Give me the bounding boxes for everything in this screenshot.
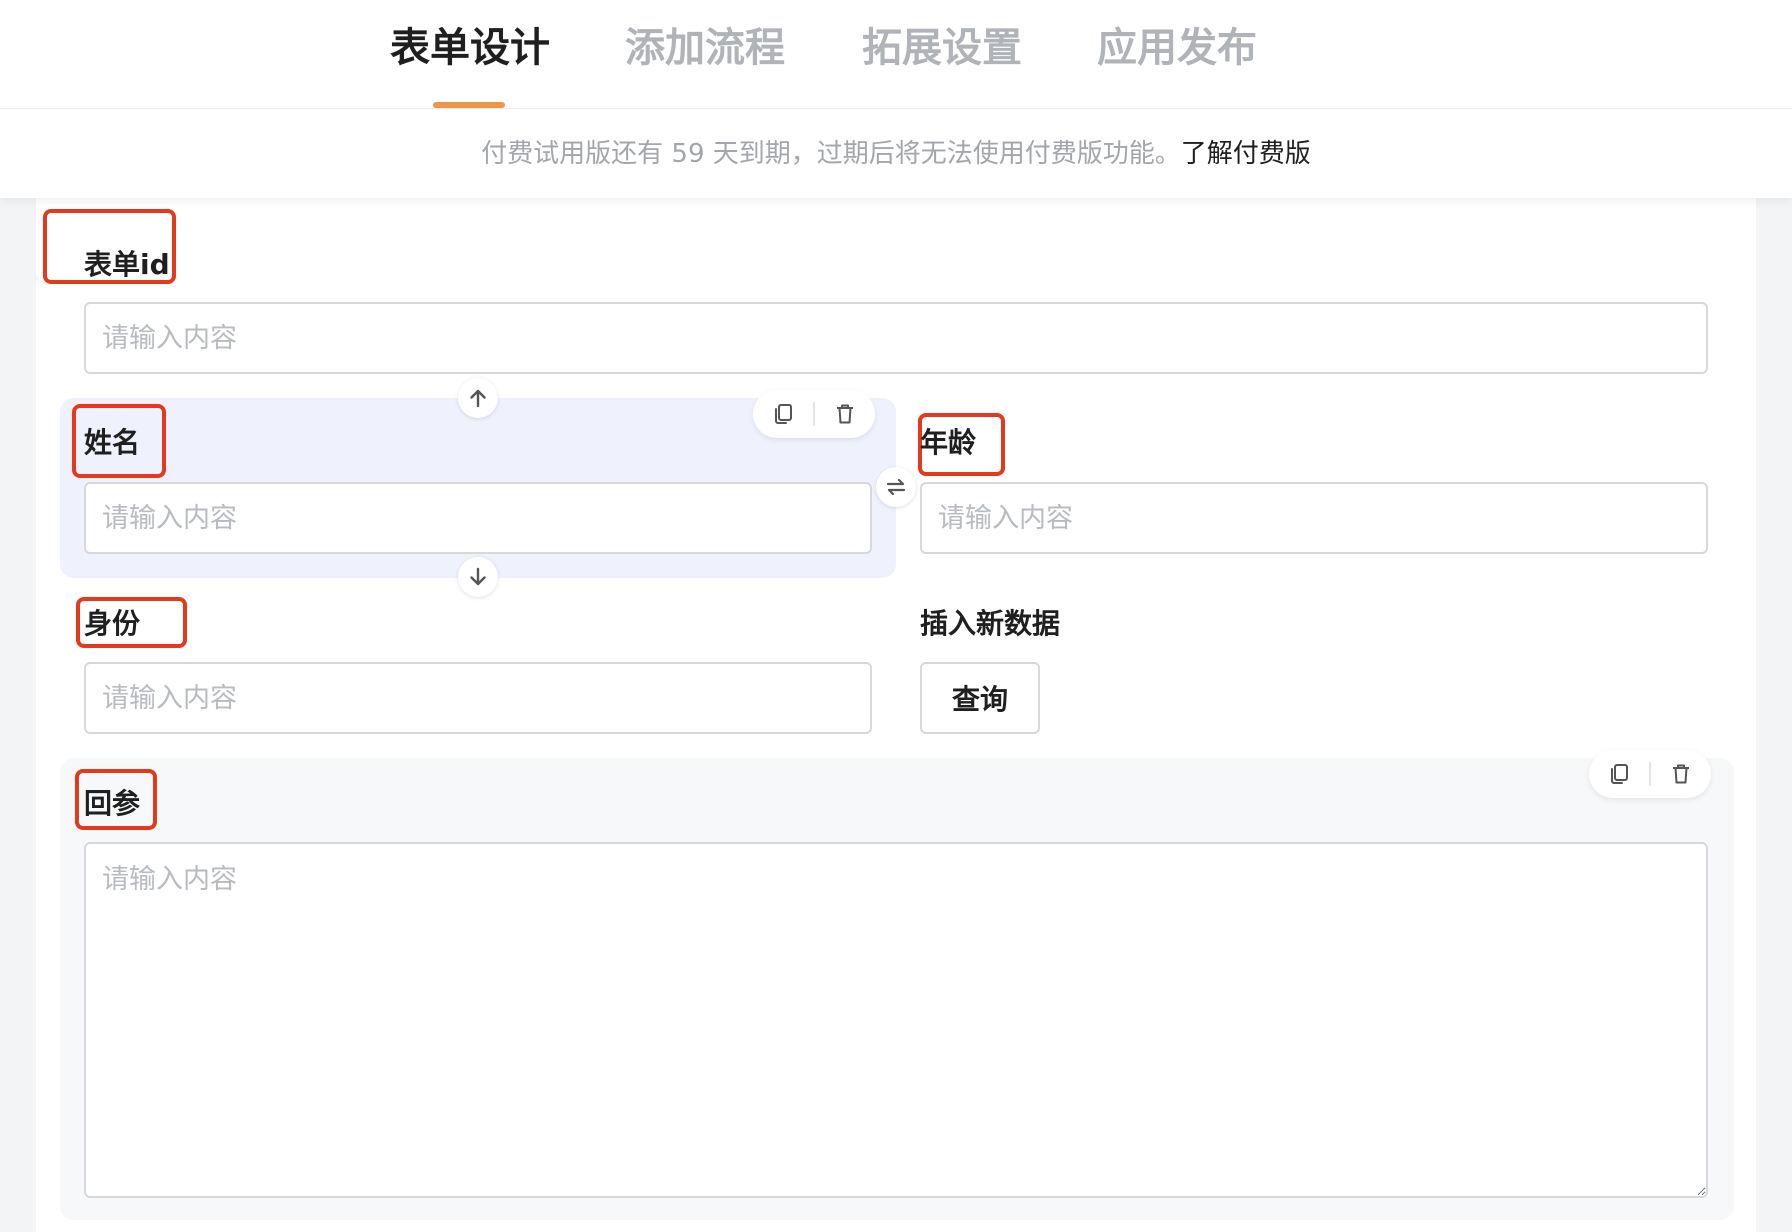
trash-icon — [1673, 764, 1689, 784]
delete-field-button[interactable] — [815, 390, 875, 438]
delete-field-button[interactable] — [1651, 750, 1711, 798]
move-up-button[interactable] — [458, 378, 498, 418]
trial-notice-bar: 付费试用版还有 59 天到期，过期后将无法使用付费版功能。了解付费版 — [0, 108, 1792, 198]
age-input[interactable] — [920, 482, 1708, 554]
copy-field-button[interactable] — [753, 390, 813, 438]
form-id-label: 表单id — [84, 248, 170, 281]
field-toolbar — [1589, 750, 1711, 798]
arrow-up-icon — [470, 389, 486, 408]
tab-extension-settings[interactable]: 拓展设置 — [862, 18, 1022, 78]
trial-notice-text: 付费试用版还有 59 天到期，过期后将无法使用付费版功能。 — [481, 139, 1181, 169]
trash-icon — [837, 404, 853, 424]
form-id-input[interactable] — [84, 302, 1708, 374]
arrow-down-icon — [470, 567, 486, 586]
tab-form-design[interactable]: 表单设计 — [390, 18, 550, 78]
return-params-label: 回参 — [84, 787, 141, 820]
return-params-textarea[interactable] — [84, 842, 1708, 1198]
swap-field-button[interactable] — [876, 467, 916, 507]
name-input[interactable] — [84, 482, 872, 554]
insert-data-label: 插入新数据 — [920, 607, 1061, 640]
copy-icon — [1611, 764, 1628, 784]
name-label: 姓名 — [84, 426, 141, 459]
identity-label: 身份 — [84, 607, 141, 640]
field-toolbar — [753, 390, 875, 438]
move-down-button[interactable] — [458, 557, 498, 597]
tab-app-publish[interactable]: 应用发布 — [1097, 18, 1257, 78]
age-label: 年龄 — [920, 426, 977, 459]
copy-field-button[interactable] — [1589, 750, 1649, 798]
identity-input[interactable] — [84, 662, 872, 734]
copy-icon — [775, 404, 792, 424]
learn-paid-version-link[interactable]: 了解付费版 — [1181, 139, 1311, 169]
query-button[interactable]: 查询 — [920, 662, 1040, 734]
tab-add-process[interactable]: 添加流程 — [625, 18, 785, 78]
swap-icon — [886, 478, 906, 496]
top-nav: 表单设计 添加流程 拓展设置 应用发布 — [0, 0, 1792, 108]
